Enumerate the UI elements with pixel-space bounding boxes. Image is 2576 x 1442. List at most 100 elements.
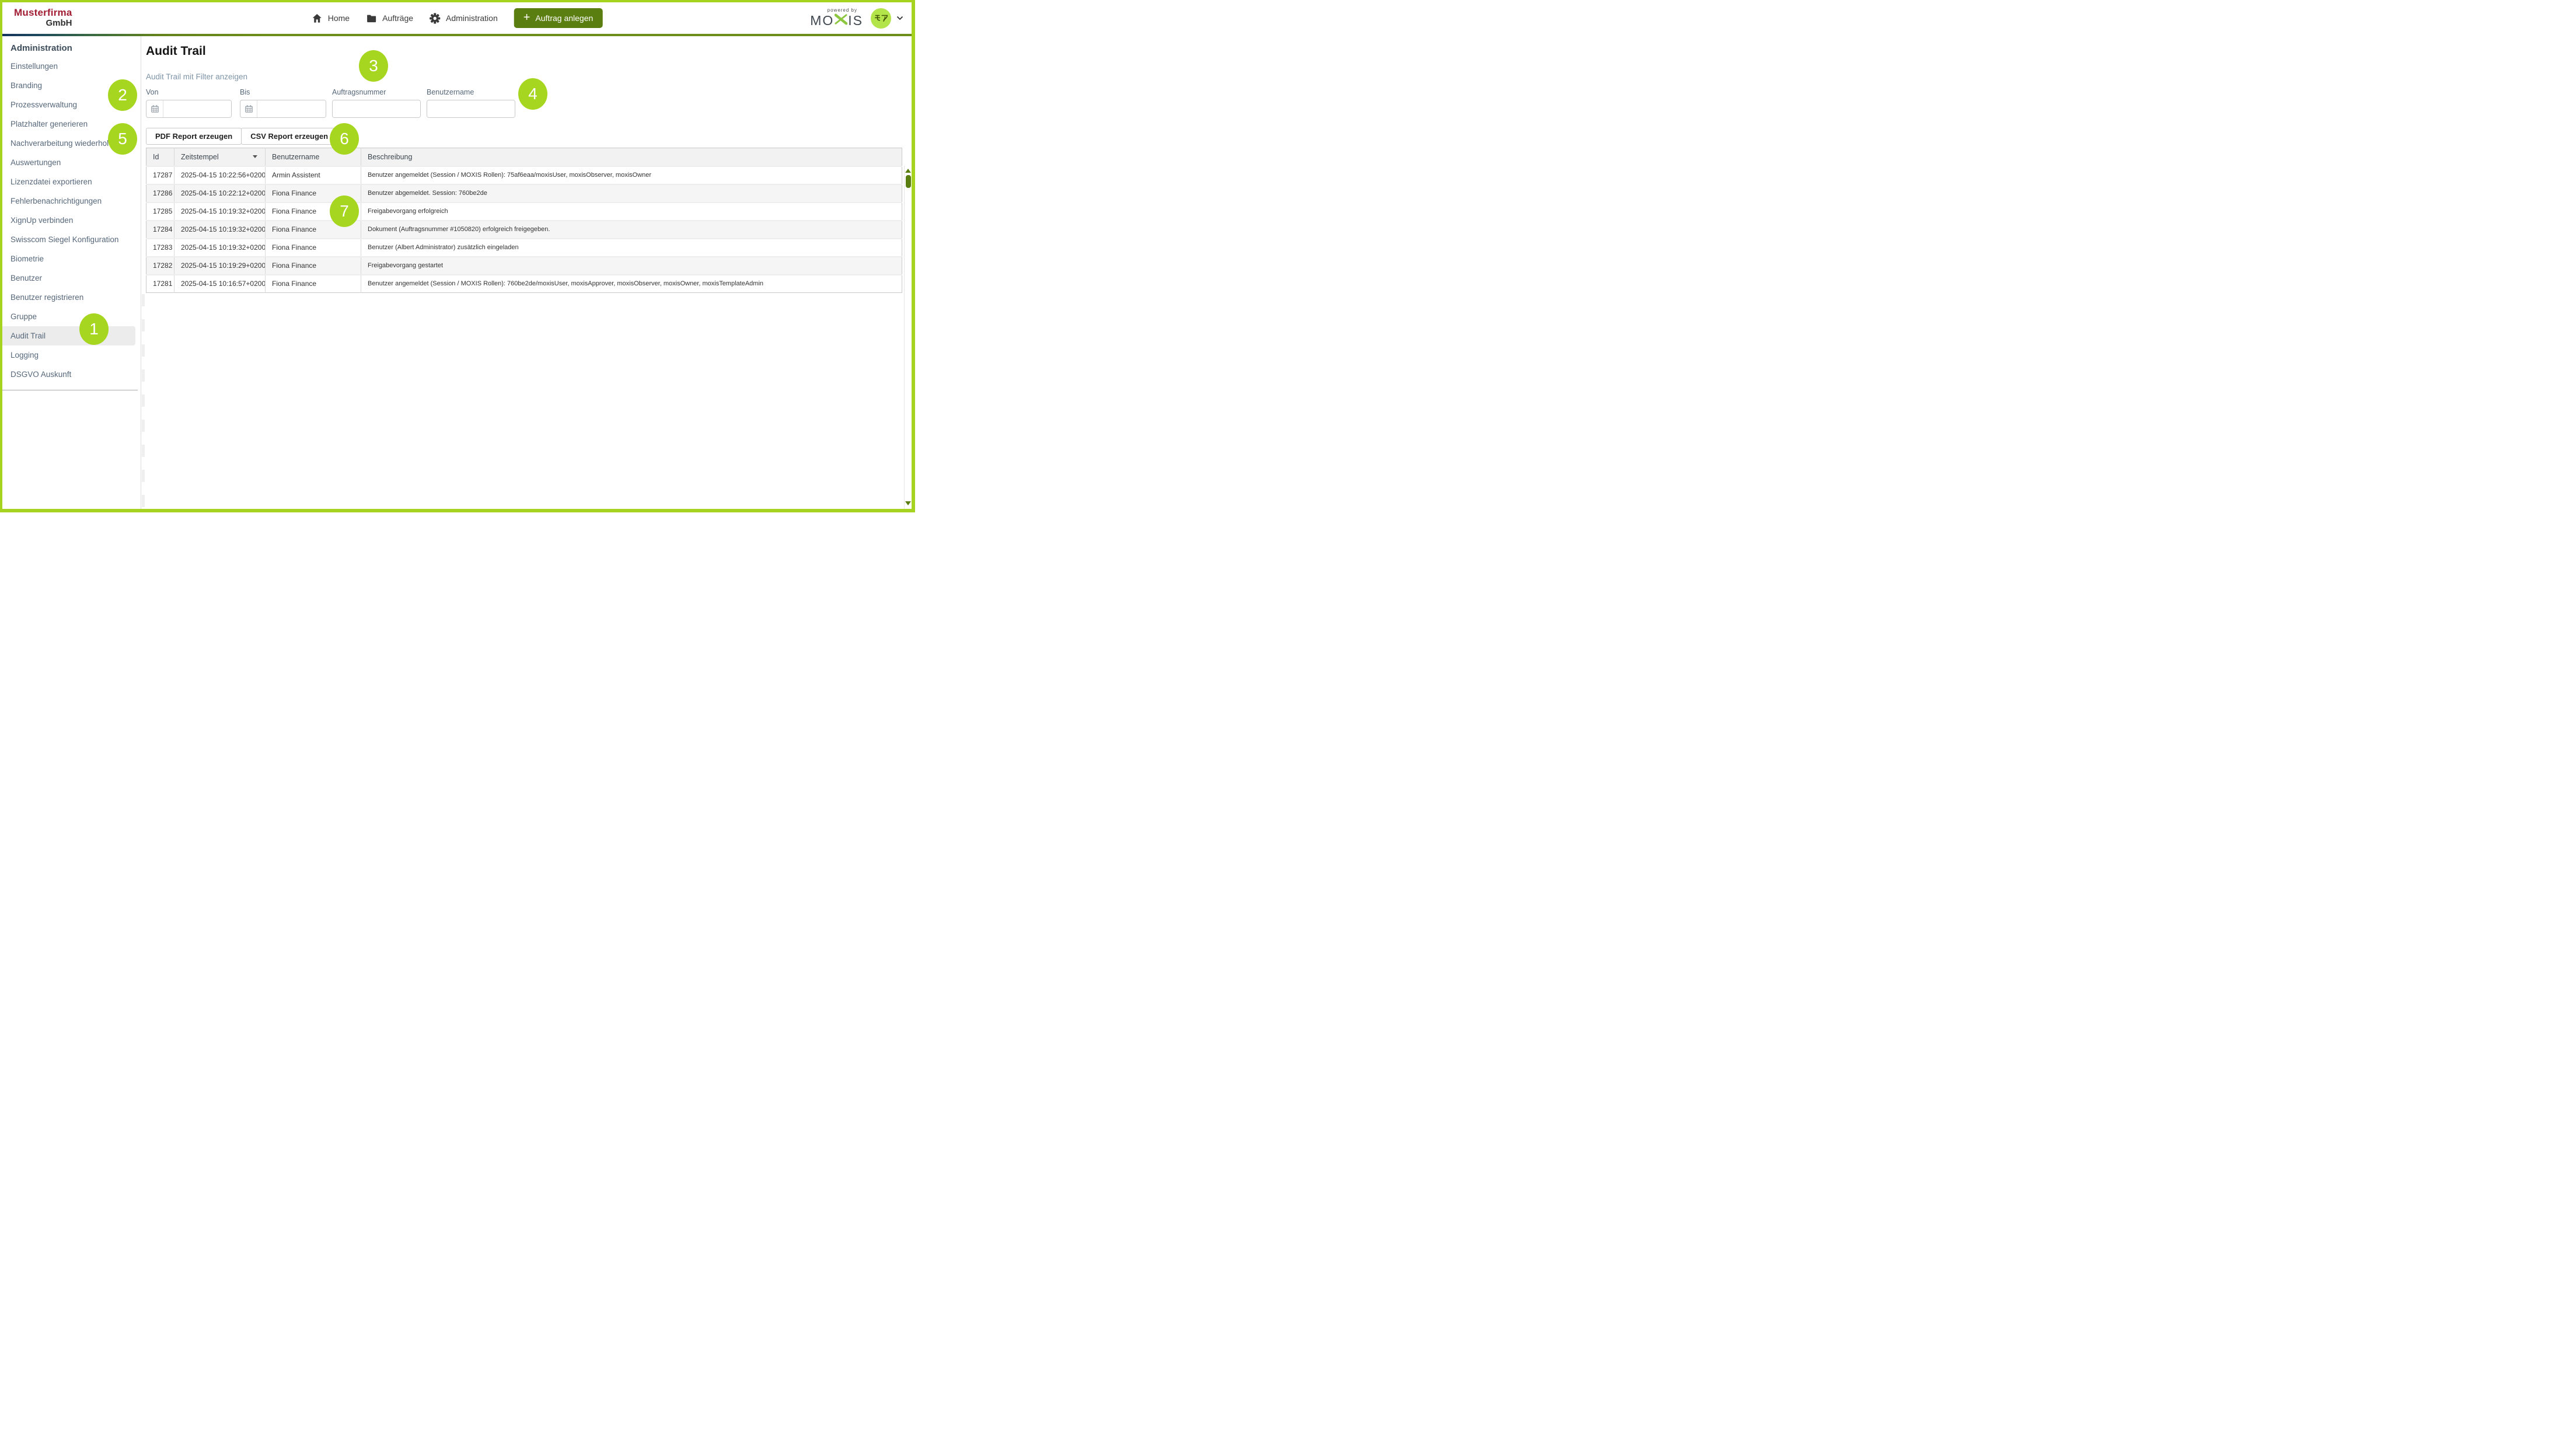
brand-letters-right: IS <box>848 13 863 29</box>
cell-id: 17285 <box>146 202 174 221</box>
benutzername-label: Benutzername <box>427 88 515 96</box>
cell-description: Freigabevorgang gestartet <box>361 257 902 275</box>
cell-id: 17282 <box>146 257 174 275</box>
sidebar-item-dsgvo-auskunft[interactable]: DSGVO Auskunft <box>2 365 135 384</box>
annotation-badge-5: 5 <box>108 123 137 155</box>
cell-user: Fiona Finance <box>266 257 361 275</box>
cell-timestamp: 2025-04-15 10:19:32+0200 <box>174 221 266 239</box>
scrollbar-thumb[interactable] <box>906 175 911 188</box>
top-nav: Home Aufträge A <box>312 2 603 34</box>
table-row: 17282 2025-04-15 10:19:29+0200 Fiona Fin… <box>146 257 902 275</box>
pdf-report-button[interactable]: PDF Report erzeugen <box>146 128 242 145</box>
avatar[interactable] <box>871 8 891 29</box>
gear-icon <box>430 13 441 24</box>
benutzername-field <box>427 100 515 118</box>
csv-report-button[interactable]: CSV Report erzeugen <box>241 128 337 145</box>
plus-icon: + <box>523 12 530 23</box>
calendar-icon[interactable] <box>146 100 163 117</box>
sidebar-item-benutzer-registrieren[interactable]: Benutzer registrieren <box>2 288 135 307</box>
report-buttons: PDF Report erzeugen CSV Report erzeugen <box>146 128 912 145</box>
create-auftrag-label: Auftrag anlegen <box>535 13 593 23</box>
filter-section-link[interactable]: Audit Trail mit Filter anzeigen <box>146 72 247 81</box>
column-header-label: Zeitstempel <box>181 153 219 161</box>
nav-item-administration[interactable]: Administration <box>430 13 498 24</box>
cell-description: Freigabevorgang erfolgreich <box>361 202 902 221</box>
bis-date-field <box>240 100 326 118</box>
cell-timestamp: 2025-04-15 10:22:56+0200 <box>174 166 266 184</box>
sort-desc-icon <box>253 155 257 158</box>
auftragsnummer-input[interactable] <box>333 100 420 117</box>
sidebar-item-fehlerbenachrichtigungen[interactable]: Fehlerbenachrichtigungen <box>2 191 135 211</box>
cell-id: 17287 <box>146 166 174 184</box>
chevron-down-icon[interactable] <box>896 13 903 23</box>
scroll-down-arrow-icon[interactable] <box>905 501 911 505</box>
sidebar-title: Administration <box>2 39 141 57</box>
sidebar-item-benutzer[interactable]: Benutzer <box>2 268 135 288</box>
cell-id: 17286 <box>146 184 174 202</box>
nav-item-home[interactable]: Home <box>312 13 350 24</box>
cell-description: Benutzer (Albert Administrator) zusätzli… <box>361 239 902 257</box>
header-right: powered by MO IS <box>810 8 903 29</box>
table-row: 17287 2025-04-15 10:22:56+0200 Armin Ass… <box>146 166 902 184</box>
auftragsnummer-field <box>332 100 421 118</box>
moxis-x-icon <box>835 13 847 28</box>
calendar-icon[interactable] <box>240 100 257 117</box>
sidebar-item-logging[interactable]: Logging <box>2 345 135 365</box>
annotation-badge-3: 3 <box>359 50 388 82</box>
annotation-badge-7: 7 <box>330 195 359 227</box>
sidebar-item-lizenzdatei-exportieren[interactable]: Lizenzdatei exportieren <box>2 172 135 191</box>
cell-user: Fiona Finance <box>266 275 361 293</box>
benutzername-input[interactable] <box>427 100 515 117</box>
cell-timestamp: 2025-04-15 10:19:32+0200 <box>174 202 266 221</box>
vertical-scrollbar[interactable] <box>904 166 912 509</box>
sidebar-item-gruppe[interactable]: Gruppe <box>2 307 135 326</box>
cell-id: 17283 <box>146 239 174 257</box>
brand-letters-left: MO <box>810 13 834 29</box>
column-header-id[interactable]: Id <box>146 148 174 166</box>
cell-timestamp: 2025-04-15 10:19:32+0200 <box>174 239 266 257</box>
left-scroll-track <box>142 294 145 509</box>
von-input[interactable] <box>163 100 231 117</box>
column-header-beschreibung[interactable]: Beschreibung <box>361 148 902 166</box>
scroll-up-arrow-icon[interactable] <box>905 169 911 173</box>
table-row: 17286 2025-04-15 10:22:12+0200 Fiona Fin… <box>146 184 902 202</box>
bis-label: Bis <box>240 88 326 96</box>
page-title: Audit Trail <box>146 44 912 58</box>
sidebar-item-auswertungen[interactable]: Auswertungen <box>2 153 135 172</box>
folder-icon <box>366 13 377 24</box>
cell-description: Benutzer angemeldet (Session / MOXIS Rol… <box>361 275 902 293</box>
annotation-badge-1: 1 <box>79 313 109 345</box>
table-row: 17285 2025-04-15 10:19:32+0200 Fiona Fin… <box>146 202 902 221</box>
table-row: 17281 2025-04-15 10:16:57+0200 Fiona Fin… <box>146 275 902 293</box>
cell-description: Benutzer angemeldet (Session / MOXIS Rol… <box>361 166 902 184</box>
create-auftrag-button[interactable]: + Auftrag anlegen <box>514 8 603 28</box>
cell-timestamp: 2025-04-15 10:19:29+0200 <box>174 257 266 275</box>
cell-description: Dokument (Auftragsnummer #1050820) erfol… <box>361 221 902 239</box>
column-header-zeitstempel[interactable]: Zeitstempel <box>174 148 266 166</box>
audit-trail-table: Id Zeitstempel Benutzername Beschreibung… <box>146 148 902 293</box>
nav-item-auftraege[interactable]: Aufträge <box>366 13 413 24</box>
annotation-badge-2: 2 <box>108 79 137 111</box>
cell-description: Benutzer abgemeldet. Session: 760be2de <box>361 184 902 202</box>
sidebar-item-audit-trail[interactable]: Audit Trail <box>2 326 135 345</box>
cell-timestamp: 2025-04-15 10:22:12+0200 <box>174 184 266 202</box>
company-logo: Musterfirma GmbH <box>14 8 72 28</box>
nav-label: Administration <box>446 13 498 23</box>
auftragsnummer-label: Auftragsnummer <box>332 88 421 96</box>
cell-user: Armin Assistent <box>266 166 361 184</box>
nav-label: Home <box>328 13 350 23</box>
home-icon <box>312 13 323 24</box>
moxis-brand: powered by MO IS <box>810 8 863 29</box>
sidebar-item-xignup-verbinden[interactable]: XignUp verbinden <box>2 211 135 230</box>
von-date-field <box>146 100 232 118</box>
app-header: Musterfirma GmbH Home Aufträge <box>2 2 912 34</box>
table-row: 17283 2025-04-15 10:19:32+0200 Fiona Fin… <box>146 239 902 257</box>
company-logo-line1: Musterfirma <box>14 8 72 19</box>
bis-input[interactable] <box>257 100 326 117</box>
sidebar-item-biometrie[interactable]: Biometrie <box>2 249 135 268</box>
annotation-badge-4: 4 <box>518 78 547 110</box>
cell-timestamp: 2025-04-15 10:16:57+0200 <box>174 275 266 293</box>
sidebar-item-swisscom-siegel-konfiguration[interactable]: Swisscom Siegel Konfiguration <box>2 230 135 249</box>
sidebar-item-einstellungen[interactable]: Einstellungen <box>2 57 135 76</box>
company-logo-line2: GmbH <box>14 19 72 29</box>
